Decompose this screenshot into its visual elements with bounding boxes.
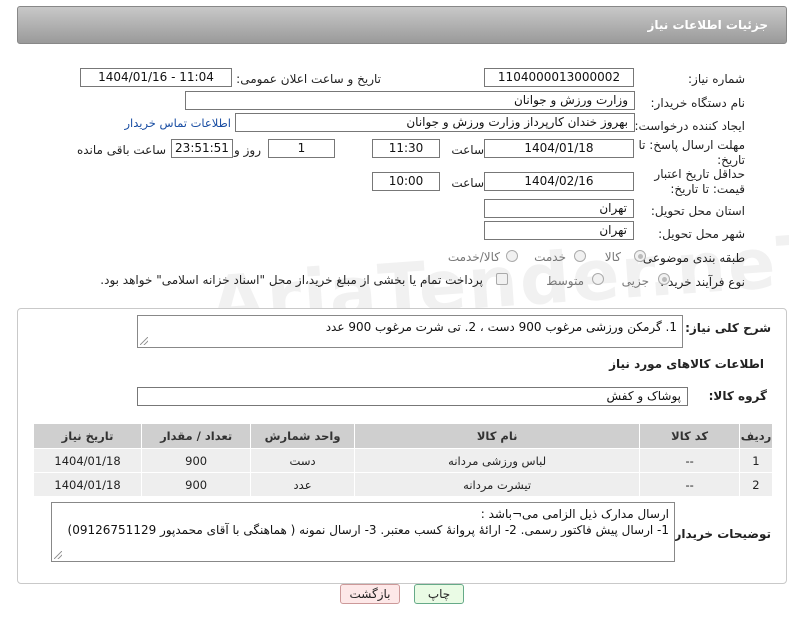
cell-need-date: 1404/01/18 (32, 472, 143, 497)
resize-grip-icon[interactable] (140, 337, 148, 345)
reply-days-field: 1 (268, 139, 335, 158)
treasury-payment-checkbox[interactable] (496, 273, 508, 285)
cell-unit: دست (250, 448, 355, 473)
description-field: 1. گرمکن ورزشی مرغوب 900 دست ، 2. تی شرت… (137, 315, 683, 348)
goods-section-title: اطلاعات کالاهای مورد نیاز (609, 357, 764, 371)
treasury-payment-note: پرداخت تمام یا بخشی از مبلغ خرید،از محل … (100, 273, 483, 287)
reply-deadline-label: مهلت ارسال پاسخ: تا تاریخ: (638, 138, 745, 167)
col-header-quantity: تعداد / مقدار (141, 423, 252, 449)
buyer-notes-label: توضیحات خریدار: (669, 527, 771, 541)
category-radio-service[interactable] (574, 250, 586, 262)
price-validity-label: حداقل تاریخ اعتبار قیمت: تا تاریخ: (654, 167, 745, 196)
buyer-org-field: وزارت ورزش و جوانان (185, 91, 635, 110)
reply-deadline-date: 1404/01/18 (484, 139, 634, 158)
col-header-unit: واحد شمارش (250, 423, 355, 449)
cell-name: تیشرت مردانه (353, 472, 641, 497)
purchase-option-medium: متوسط (546, 274, 584, 288)
purchase-radio-minor[interactable] (658, 273, 670, 285)
cell-code: -- (639, 472, 740, 497)
remaining-time-field: 23:51:51 (171, 139, 233, 158)
reply-time-label: ساعت (451, 143, 484, 157)
cell-quantity: 900 (141, 448, 252, 473)
cell-need-date: 1404/01/18 (32, 448, 143, 473)
table-row[interactable]: 2 -- تیشرت مردانه عدد 900 1404/01/18 (32, 472, 774, 497)
back-button[interactable]: بازگشت (340, 584, 400, 604)
price-validity-time: 10:00 (372, 172, 440, 191)
cell-name: لباس ورزشی مردانه (353, 448, 641, 473)
resize-grip-icon[interactable] (54, 551, 62, 559)
table-row[interactable]: 1 -- لباس ورزشی مردانه دست 900 1404/01/1… (32, 448, 774, 473)
announce-datetime-label: تاریخ و ساعت اعلان عمومی: (236, 72, 381, 86)
buyer-notes-line-1: ارسال مدارک ذیل الزامی می¬باشد : (480, 507, 669, 521)
table-header-row: ردیف کد کالا نام کالا واحد شمارش تعداد /… (32, 423, 774, 449)
need-number-field: 1104000013000002 (484, 68, 634, 87)
goods-group-field: پوشاک و کفش (137, 387, 688, 406)
cell-row: 2 (738, 472, 774, 497)
days-label: روز و (234, 143, 261, 157)
price-time-label: ساعت (451, 176, 484, 190)
buyer-notes-line-2: 1- ارسال پیش فاکتور رسمی. 2- ارائهٔ پروا… (67, 523, 669, 537)
category-radio-goods-service[interactable] (506, 250, 518, 262)
need-number-label: شماره نیاز: (688, 72, 745, 86)
goods-table: ردیف کد کالا نام کالا واحد شمارش تعداد /… (32, 423, 774, 497)
col-header-code: کد کالا (639, 423, 740, 449)
price-validity-date: 1404/02/16 (484, 172, 634, 191)
description-label: شرح کلی نیاز: (685, 321, 771, 335)
col-header-row: ردیف (738, 423, 774, 449)
buyer-notes-field: ارسال مدارک ذیل الزامی می¬باشد : 1- ارسا… (51, 502, 675, 562)
purchase-type-label: نوع فرآیند خرید : (660, 275, 745, 289)
header-bar: جزئیات اطلاعات نیاز (17, 6, 787, 44)
purchase-radio-medium[interactable] (592, 273, 604, 285)
category-option-goods: کالا (604, 250, 621, 264)
print-button[interactable]: چاپ (414, 584, 464, 604)
delivery-province-label: استان محل تحویل: (650, 204, 745, 218)
description-text: 1. گرمکن ورزشی مرغوب 900 دست ، 2. تی شرت… (325, 320, 677, 334)
cell-unit: عدد (250, 472, 355, 497)
goods-group-label: گروه کالا: (708, 389, 767, 403)
remaining-label: ساعت باقی مانده (76, 143, 166, 157)
buyer-contact-link[interactable]: اطلاعات تماس خریدار (124, 116, 231, 130)
delivery-province-field: تهران (484, 199, 634, 218)
category-radio-goods[interactable] (634, 250, 646, 262)
category-option-service: خدمت (534, 250, 566, 264)
delivery-city-field: تهران (484, 221, 634, 240)
purchase-option-minor: جزیی (621, 274, 649, 288)
requester-field: بهروز خندان کارپرداز وزارت ورزش و جوانان (235, 113, 635, 132)
cell-row: 1 (738, 448, 774, 473)
buyer-org-label: نام دستگاه خریدار: (650, 96, 746, 110)
cell-quantity: 900 (141, 472, 252, 497)
category-label: طبقه بندی موضوعی: (638, 251, 745, 265)
requester-label: ایجاد کننده درخواست: (634, 119, 745, 133)
col-header-need-date: تاریخ نیاز (32, 423, 143, 449)
page-title: جزئیات اطلاعات نیاز (647, 18, 768, 32)
reply-deadline-time: 11:30 (372, 139, 440, 158)
category-option-goods-service: کالا/خدمت (447, 250, 500, 264)
delivery-city-label: شهر محل تحویل: (658, 227, 745, 241)
col-header-name: نام کالا (353, 423, 641, 449)
cell-code: -- (639, 448, 740, 473)
announce-datetime-field: 1404/01/16 - 11:04 (80, 68, 232, 87)
